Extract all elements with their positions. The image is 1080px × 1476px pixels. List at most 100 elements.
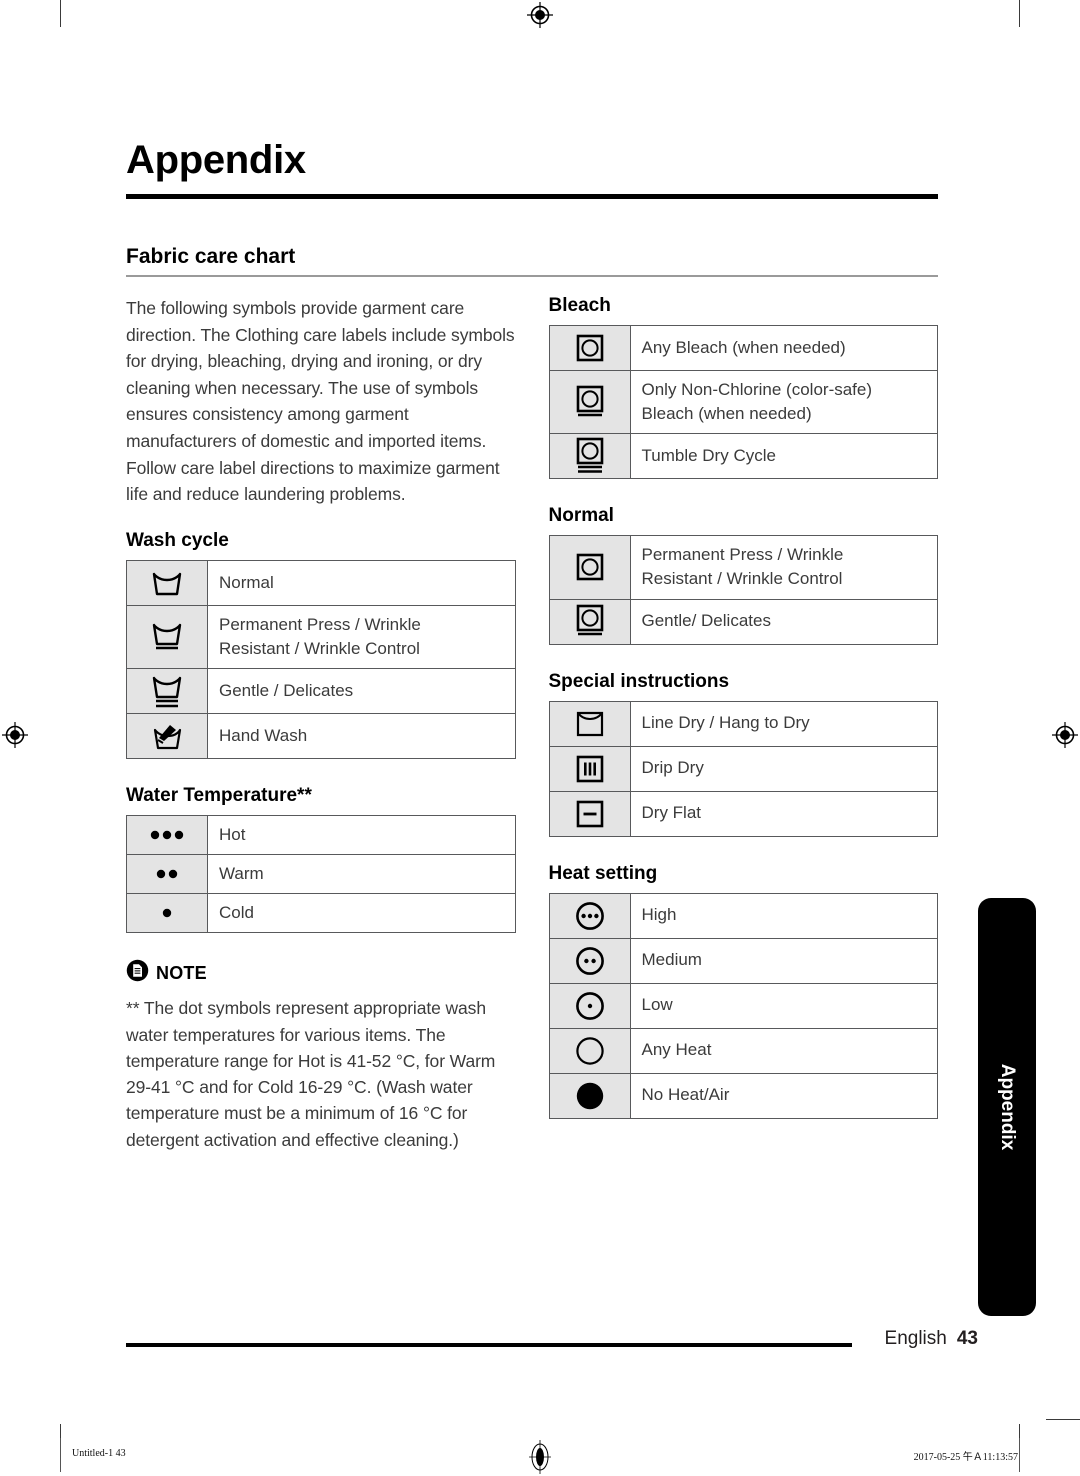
label-line-1: Permanent Press / Wrinkle	[641, 545, 844, 565]
label-line-1: Drip Dry	[641, 758, 704, 778]
square-circle-two-bar-icon	[548, 433, 631, 480]
side-index-tab-label: Appendix	[997, 1063, 1018, 1151]
note-document-icon	[126, 959, 149, 987]
registration-mark-right	[1052, 722, 1078, 748]
side-index-tab: Appendix	[978, 898, 1036, 1316]
washtub-icon	[126, 559, 208, 606]
print-strip-left-rule	[60, 1438, 61, 1472]
table-row: Normal	[126, 559, 516, 606]
right-column: Bleach Any Bleach (when needed) Only Non…	[548, 295, 939, 1153]
special-instructions-table: Line Dry / Hang to Dry Drip Dry Dry Flat	[548, 700, 939, 837]
table-cell-label: No Heat/Air	[629, 1072, 938, 1119]
table-row: Any Heat	[548, 1027, 938, 1074]
table-row: Gentle / Delicates	[126, 668, 516, 714]
bleach-table: Any Bleach (when needed) Only Non-Chlori…	[548, 325, 939, 480]
manual-page: Appendix Fabric care chart The following…	[0, 0, 1080, 1476]
print-info-strip: Untitled-1 43 2017-05-25 午Ａ11:13:57	[0, 1420, 1080, 1476]
table-row: High	[548, 892, 938, 939]
square-circle-icon	[548, 535, 631, 600]
table-cell-label: Gentle / Delicates	[207, 668, 516, 714]
chapter-divider	[126, 194, 938, 199]
table-cell-label: Warm	[207, 854, 516, 895]
label-line-1: Warm	[219, 864, 264, 884]
normal-table: Permanent Press / Wrinkle Resistant / Wr…	[548, 535, 939, 645]
two-dots-icon	[126, 854, 208, 895]
label-line-1: Any Heat	[641, 1040, 712, 1060]
special-instructions-heading: Special instructions	[548, 670, 730, 692]
footer-divider	[126, 1343, 852, 1347]
three-dots-icon	[126, 814, 208, 856]
table-cell-label: Normal	[207, 559, 516, 606]
table-row: Any Bleach (when needed)	[548, 325, 938, 371]
table-row: Hot	[126, 814, 516, 856]
circle-one-dot-icon	[548, 982, 631, 1029]
registration-mark-left	[2, 722, 28, 748]
hand-wash-icon	[126, 713, 208, 759]
wash-cycle-table: Normal Permanent Press / Wrinkle Resista…	[126, 559, 516, 759]
label-line-1: Low	[641, 995, 673, 1015]
washtub-one-bar-icon	[126, 604, 208, 670]
label-line-1: Medium	[641, 950, 702, 970]
table-cell-label: Hot	[207, 814, 516, 856]
note-header: NOTE	[126, 959, 516, 987]
line-dry-icon	[548, 700, 631, 747]
footer: English 43	[885, 1328, 978, 1350]
label-line-1: Hand Wash	[219, 725, 308, 745]
label-line-1: No Heat/Air	[641, 1085, 730, 1105]
table-row: Gentle/ Delicates	[548, 598, 938, 645]
normal-heading: Normal	[548, 505, 614, 527]
drip-dry-icon	[548, 745, 631, 792]
table-cell-label: Low	[629, 982, 938, 1029]
table-cell-label: Permanent Press / Wrinkle Resistant / Wr…	[629, 535, 938, 600]
label-line-1: Gentle / Delicates	[219, 680, 354, 700]
water-temperature-table: Hot Warm Cold	[126, 814, 516, 934]
table-cell-label: Drip Dry	[629, 745, 938, 792]
table-cell-label: Permanent Press / Wrinkle Resistant / Wr…	[207, 604, 516, 670]
section-divider	[126, 275, 938, 277]
table-cell-label: Medium	[629, 937, 938, 984]
table-row: Low	[548, 982, 938, 1029]
page-content: Appendix Fabric care chart The following…	[126, 140, 938, 1153]
table-row: Tumble Dry Cycle	[548, 433, 938, 480]
table-row: Permanent Press / Wrinkle Resistant / Wr…	[126, 604, 516, 670]
crop-mark-top-right	[1019, 0, 1020, 27]
note-label: NOTE	[156, 962, 207, 983]
table-cell-label: Tumble Dry Cycle	[629, 433, 938, 480]
registration-mark-bottom	[529, 1440, 551, 1474]
label-line-1: Cold	[219, 903, 254, 923]
table-cell-label: Gentle/ Delicates	[629, 598, 938, 645]
table-cell-label: Line Dry / Hang to Dry	[629, 700, 938, 747]
table-row: Line Dry / Hang to Dry	[548, 700, 938, 747]
washtub-two-bar-icon	[126, 668, 208, 714]
label-line-1: High	[641, 905, 677, 925]
table-row: Medium	[548, 937, 938, 984]
table-cell-label: Cold	[207, 893, 516, 934]
label-line-1: Dry Flat	[641, 803, 702, 823]
table-row: Warm	[126, 854, 516, 895]
label-line-1: Gentle/ Delicates	[641, 611, 771, 631]
two-column-layout: The following symbols provide garment ca…	[126, 295, 938, 1153]
label-line-1: Any Bleach (when needed)	[641, 337, 846, 357]
table-row: Only Non-Chlorine (color-safe) Bleach (w…	[548, 369, 938, 435]
print-strip-right-rule	[1019, 1438, 1020, 1472]
footer-language: English	[884, 1328, 947, 1349]
print-strip-filename: Untitled-1 43	[72, 1448, 126, 1459]
table-cell-label: Hand Wash	[207, 713, 516, 759]
water-temperature-heading: Water Temperature**	[126, 785, 312, 806]
label-line-1: Hot	[219, 825, 246, 844]
square-circle-icon	[548, 325, 631, 371]
heat-setting-heading: Heat setting	[548, 862, 658, 884]
table-cell-label: Any Heat	[629, 1027, 938, 1074]
label-line-2: Bleach (when needed)	[641, 404, 812, 424]
table-cell-label: Any Bleach (when needed)	[629, 325, 938, 371]
one-dot-icon	[126, 893, 208, 934]
circle-filled-icon	[548, 1072, 631, 1119]
print-strip-timestamp: 2017-05-25 午Ａ11:13:57	[913, 1452, 1018, 1463]
circle-three-dots-icon	[548, 892, 631, 939]
wash-cycle-heading: Wash cycle	[126, 529, 229, 551]
table-cell-label: Dry Flat	[629, 790, 938, 837]
label-line-1: Permanent Press / Wrinkle	[219, 614, 421, 634]
table-row: Cold	[126, 893, 516, 934]
section-title: Fabric care chart	[126, 245, 296, 268]
square-circle-one-bar-icon	[548, 369, 631, 435]
